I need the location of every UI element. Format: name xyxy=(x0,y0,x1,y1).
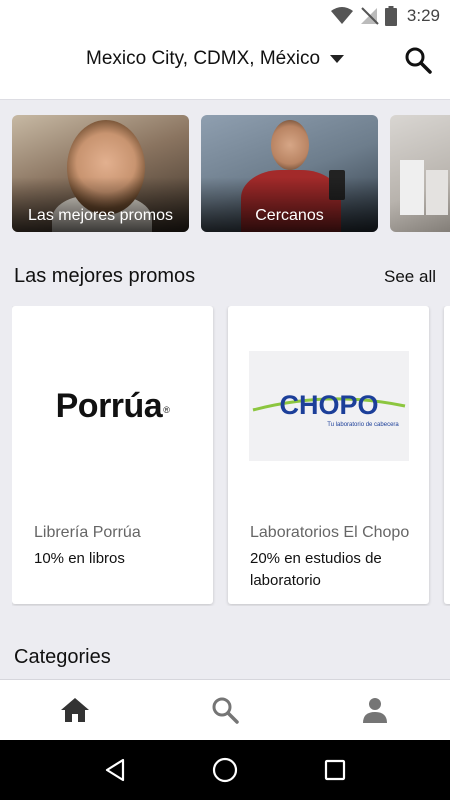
no-signal-icon xyxy=(360,7,379,25)
recents-button[interactable] xyxy=(315,750,355,790)
chopo-logo: CHOPO Tu laboratorio de cabecera xyxy=(248,351,409,461)
card-offer: 20% en estudios de laboratorio xyxy=(250,550,382,589)
promo-cards-list[interactable]: Porrúa® Librería Porrúa 10% en libros CH… xyxy=(12,306,450,606)
search-icon xyxy=(212,697,239,724)
card-business-name: Librería Porrúa xyxy=(34,524,141,541)
dropdown-arrow-icon xyxy=(330,55,345,63)
system-navigation-bar xyxy=(0,740,450,800)
card-business-name: Laboratorios El Chopo xyxy=(250,524,410,541)
carousel-tile-partial[interactable] xyxy=(390,115,450,232)
bottom-navigation xyxy=(0,679,450,740)
porrua-logo-text: Porrúa xyxy=(55,386,163,425)
home-circle-icon xyxy=(212,757,238,783)
carousel-tile-nearby[interactable]: Cercanos xyxy=(201,115,378,232)
card-logo: CHOPO Tu laboratorio de cabecera xyxy=(228,306,429,506)
home-icon xyxy=(61,698,89,722)
search-icon xyxy=(405,47,432,74)
location-selector[interactable]: Mexico City, CDMX, México xyxy=(86,48,345,70)
back-button[interactable] xyxy=(95,750,135,790)
category-carousel[interactable]: Las mejores promos Cercanos xyxy=(12,115,450,233)
see-all-link[interactable]: See all xyxy=(384,267,436,287)
back-triangle-icon xyxy=(105,758,125,782)
battery-icon xyxy=(384,6,397,26)
person-icon xyxy=(363,698,387,723)
nav-search[interactable] xyxy=(150,680,300,740)
shopping-bag-image xyxy=(426,170,448,215)
shopping-bag-image xyxy=(400,160,424,215)
status-bar: 3:29 xyxy=(0,0,450,32)
app-header: Mexico City, CDMX, México xyxy=(0,32,450,100)
categories-title: Categories xyxy=(14,646,111,668)
registered-mark: ® xyxy=(163,404,170,415)
wifi-icon xyxy=(330,7,353,24)
person-face xyxy=(271,120,309,170)
card-offer: 10% en libros xyxy=(34,550,125,567)
card-logo: Porrúa® xyxy=(12,306,213,506)
recents-square-icon xyxy=(324,759,346,781)
chopo-logo-tagline: Tu laboratorio de cabecera xyxy=(327,422,399,428)
promo-card-porrua[interactable]: Porrúa® Librería Porrúa 10% en libros xyxy=(12,306,213,604)
search-button[interactable] xyxy=(402,44,434,76)
carousel-tile-label: Cercanos xyxy=(255,207,324,224)
carousel-tile-label: Las mejores promos xyxy=(28,207,173,224)
section-title: Las mejores promos xyxy=(14,265,196,287)
nav-home[interactable] xyxy=(0,680,150,740)
chopo-logo-swoosh: CHOPO Tu laboratorio de cabecera xyxy=(252,390,405,428)
promo-card-chopo[interactable]: CHOPO Tu laboratorio de cabecera Laborat… xyxy=(228,306,429,604)
status-time: 3:29 xyxy=(406,6,440,25)
location-text: Mexico City, CDMX, México xyxy=(86,48,321,69)
carousel-tile-best-promos[interactable]: Las mejores promos xyxy=(12,115,189,232)
promo-card-partial[interactable] xyxy=(444,306,450,604)
chopo-logo-text: CHOPO xyxy=(279,390,378,420)
home-button[interactable] xyxy=(205,750,245,790)
best-promos-header: Las mejores promos See all xyxy=(14,265,436,288)
porrua-logo: Porrúa® xyxy=(56,387,170,426)
nav-profile[interactable] xyxy=(300,680,450,740)
